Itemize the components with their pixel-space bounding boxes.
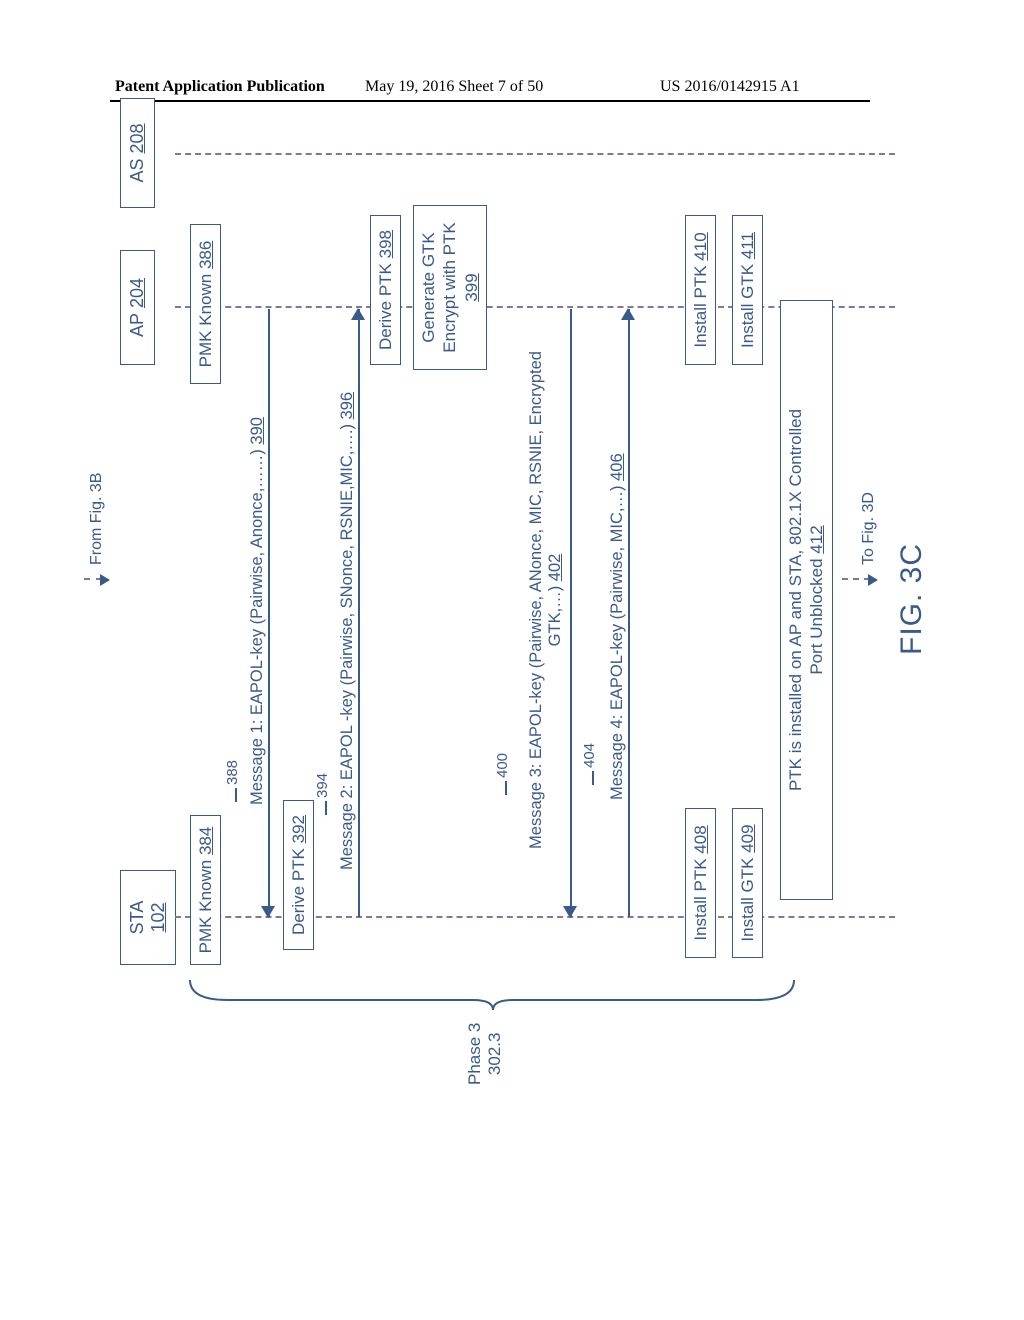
phase-brace bbox=[188, 970, 798, 1010]
box-install-ptk-sta: Install PTK 408 bbox=[685, 808, 716, 958]
entity-as-label: AS bbox=[127, 159, 147, 183]
pmk-known-ap-ref: 386 bbox=[196, 241, 215, 269]
box-install-gtk-ap: Install GTK 411 bbox=[732, 215, 763, 365]
phase-line2: 302.3 bbox=[485, 1033, 504, 1076]
from-connector-arrow bbox=[100, 574, 110, 586]
pmk-known-ap-text: PMK Known bbox=[196, 274, 215, 368]
install-ptk-ap-ref: 410 bbox=[691, 232, 710, 260]
pmk-known-sta-text: PMK Known bbox=[196, 860, 215, 954]
entity-as: AS 208 bbox=[120, 98, 155, 208]
tick-404-label: 404 bbox=[581, 743, 598, 768]
gen-gtk-l2: Encrypt with PTK bbox=[440, 222, 459, 352]
final-ref: 412 bbox=[807, 525, 826, 553]
install-gtk-sta-text: Install GTK bbox=[738, 858, 757, 942]
derive-ptk-sta-text: Derive PTK bbox=[289, 848, 308, 935]
message-3-label: Message 3: EAPOL-key (Pairwise, ANonce, … bbox=[527, 325, 565, 875]
gen-gtk-l1: Generate GTK bbox=[419, 232, 438, 343]
lifeline-as bbox=[175, 153, 895, 155]
sequence-diagram: From Fig. 3B STA 102 AP 204 AS 208 PMK K… bbox=[130, 210, 1024, 980]
derive-ptk-ap-text: Derive PTK bbox=[376, 263, 395, 350]
header-right: US 2016/0142915 A1 bbox=[660, 78, 800, 96]
box-generate-gtk: Generate GTK Encrypt with PTK 399 bbox=[413, 205, 487, 370]
to-connector-line bbox=[842, 578, 870, 580]
entity-ap-ref: 204 bbox=[127, 278, 147, 308]
phase-label: Phase 3 302.3 bbox=[465, 1023, 506, 1085]
tick-404 bbox=[592, 771, 594, 785]
install-gtk-sta-ref: 409 bbox=[738, 824, 757, 852]
box-final: PTK is installed on AP and STA, 802.1X C… bbox=[780, 300, 833, 900]
box-install-ptk-ap: Install PTK 410 bbox=[685, 215, 716, 365]
figure-caption: FIG. 3C bbox=[895, 543, 929, 655]
tick-394-label: 394 bbox=[314, 773, 331, 798]
derive-ptk-ap-ref: 398 bbox=[376, 230, 395, 258]
message-2-label: Message 2: EAPOL -key (Pairwise, SNonce,… bbox=[338, 392, 357, 870]
box-pmk-known-ap: PMK Known 386 bbox=[190, 224, 221, 384]
gen-gtk-ref: 399 bbox=[462, 273, 481, 301]
entity-sta-label: STA bbox=[127, 901, 147, 935]
entity-ap: AP 204 bbox=[120, 250, 155, 365]
header-mid: May 19, 2016 Sheet 7 of 50 bbox=[365, 78, 543, 96]
from-fig-label: From Fig. 3B bbox=[88, 473, 106, 565]
header-rule bbox=[110, 100, 870, 102]
entity-sta-ref: 102 bbox=[148, 902, 168, 932]
box-derive-ptk-sta: Derive PTK 392 bbox=[283, 800, 314, 950]
message-1-label: Message 1: EAPOL-key (Pairwise, Anonce,…… bbox=[248, 417, 267, 805]
to-fig-label: To Fig. 3D bbox=[860, 492, 878, 565]
install-gtk-ap-text: Install GTK bbox=[738, 264, 757, 348]
install-ptk-sta-ref: 408 bbox=[691, 825, 710, 853]
message-4-label: Message 4: EAPOL-key (Pairwise, MIC,…) 4… bbox=[608, 453, 627, 800]
phase-line1: Phase 3 bbox=[465, 1023, 484, 1085]
entity-as-ref: 208 bbox=[127, 123, 147, 153]
tick-394 bbox=[325, 801, 327, 815]
pmk-known-sta-ref: 384 bbox=[196, 827, 215, 855]
box-install-gtk-sta: Install GTK 409 bbox=[732, 808, 763, 958]
header-left: Patent Application Publication bbox=[115, 78, 325, 96]
tick-400 bbox=[505, 781, 507, 795]
install-ptk-sta-text: Install PTK bbox=[691, 858, 710, 940]
box-derive-ptk-ap: Derive PTK 398 bbox=[370, 215, 401, 365]
install-ptk-ap-text: Install PTK bbox=[691, 265, 710, 347]
entity-sta: STA 102 bbox=[120, 870, 176, 965]
install-gtk-ap-ref: 411 bbox=[738, 232, 757, 259]
tick-388 bbox=[235, 788, 237, 802]
derive-ptk-sta-ref: 392 bbox=[289, 815, 308, 843]
tick-400-label: 400 bbox=[494, 753, 511, 778]
tick-388-label: 388 bbox=[224, 760, 241, 785]
box-pmk-known-sta: PMK Known 384 bbox=[190, 815, 221, 965]
final-l1: PTK is installed on AP and STA, 802.1X C… bbox=[786, 409, 805, 791]
final-l2: Port Unblocked bbox=[807, 558, 826, 674]
to-connector-arrow bbox=[868, 574, 878, 586]
entity-ap-label: AP bbox=[127, 313, 147, 337]
